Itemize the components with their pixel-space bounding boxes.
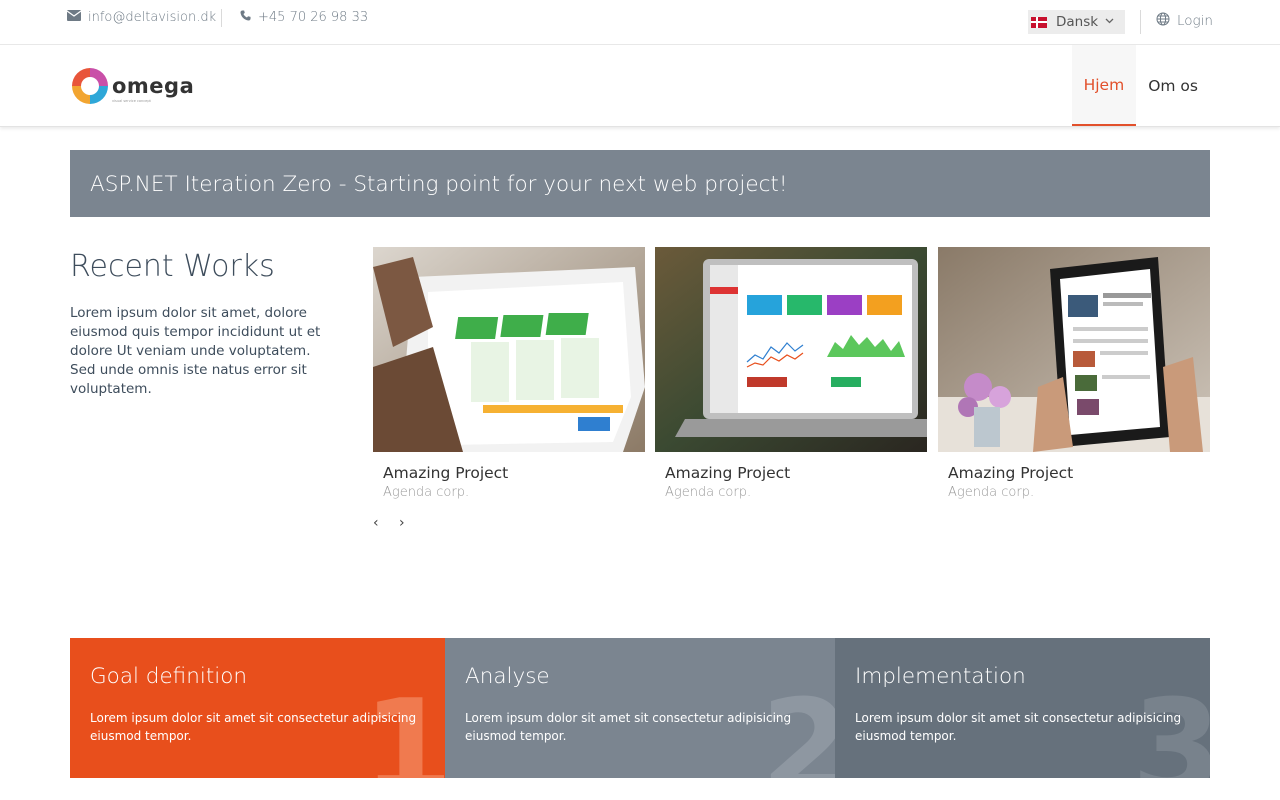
carousel-next-button[interactable]: › — [399, 515, 405, 531]
recent-works-title: Recent Works — [70, 249, 275, 284]
logo-text: omega — [112, 73, 195, 98]
project-title: Amazing Project — [948, 464, 1074, 482]
step-title: Analyse — [465, 664, 550, 689]
email-contact[interactable]: info@deltavision.dk — [66, 10, 217, 25]
danish-flag-icon — [1031, 16, 1047, 28]
chevron-down-icon — [1105, 17, 1114, 27]
language-selector[interactable]: Dansk — [1028, 10, 1125, 34]
step-goal-definition: Goal definition Lorem ipsum dolor sit am… — [70, 638, 445, 778]
step-analyse: Analyse Lorem ipsum dolor sit amet sit c… — [445, 638, 835, 778]
step-title: Goal definition — [90, 664, 247, 689]
hero-banner: ASP.NET Iteration Zero - Starting point … — [70, 150, 1210, 217]
project-image — [938, 247, 1210, 452]
project-subtitle: Agenda corp. — [383, 485, 470, 500]
phone-text: +45 70 26 98 33 — [258, 10, 369, 25]
logo-tagline: visual service concept — [112, 99, 151, 103]
nav-item-om-os[interactable]: Om os — [1136, 45, 1210, 126]
project-card[interactable]: Amazing Project Agenda corp. — [655, 247, 927, 500]
divider — [1140, 10, 1141, 34]
step-title: Implementation — [855, 664, 1026, 689]
project-title: Amazing Project — [383, 464, 509, 482]
process-steps: Goal definition Lorem ipsum dolor sit am… — [70, 638, 1210, 778]
envelope-icon — [66, 10, 82, 25]
login-label: Login — [1177, 13, 1213, 29]
step-text: Lorem ipsum dolor sit amet sit consectet… — [465, 711, 792, 743]
project-image — [373, 247, 645, 452]
step-implementation: Implementation Lorem ipsum dolor sit ame… — [835, 638, 1210, 778]
project-card[interactable]: Amazing Project Agenda corp. — [373, 247, 645, 500]
project-title: Amazing Project — [665, 464, 791, 482]
top-bar: info@deltavision.dk +45 70 26 98 33 Dans… — [0, 0, 1280, 45]
project-subtitle: Agenda corp. — [948, 485, 1035, 500]
phone-contact[interactable]: +45 70 26 98 33 — [240, 10, 368, 25]
omega-logo-mark-icon — [72, 68, 108, 104]
project-image — [655, 247, 927, 452]
carousel-prev-button[interactable]: ‹ — [373, 515, 379, 531]
header: omega visual service concept Hjem Om os — [0, 45, 1280, 127]
project-card[interactable]: Amazing Project Agenda corp. — [938, 247, 1210, 500]
omega-logo[interactable]: omega visual service concept — [70, 66, 194, 106]
divider — [221, 9, 222, 27]
phone-icon — [240, 10, 251, 25]
globe-icon — [1156, 12, 1170, 30]
step-text: Lorem ipsum dolor sit amet sit consectet… — [90, 711, 417, 743]
project-subtitle: Agenda corp. — [665, 485, 752, 500]
email-text: info@deltavision.dk — [88, 10, 217, 25]
login-link[interactable]: Login — [1156, 12, 1213, 30]
recent-works-text: Lorem ipsum dolor sit amet, dolore eiusm… — [70, 305, 321, 397]
main-nav: Hjem Om os — [1071, 45, 1210, 126]
language-label: Dansk — [1056, 14, 1099, 30]
nav-item-hjem[interactable]: Hjem — [1071, 45, 1137, 126]
step-text: Lorem ipsum dolor sit amet sit consectet… — [855, 711, 1182, 743]
